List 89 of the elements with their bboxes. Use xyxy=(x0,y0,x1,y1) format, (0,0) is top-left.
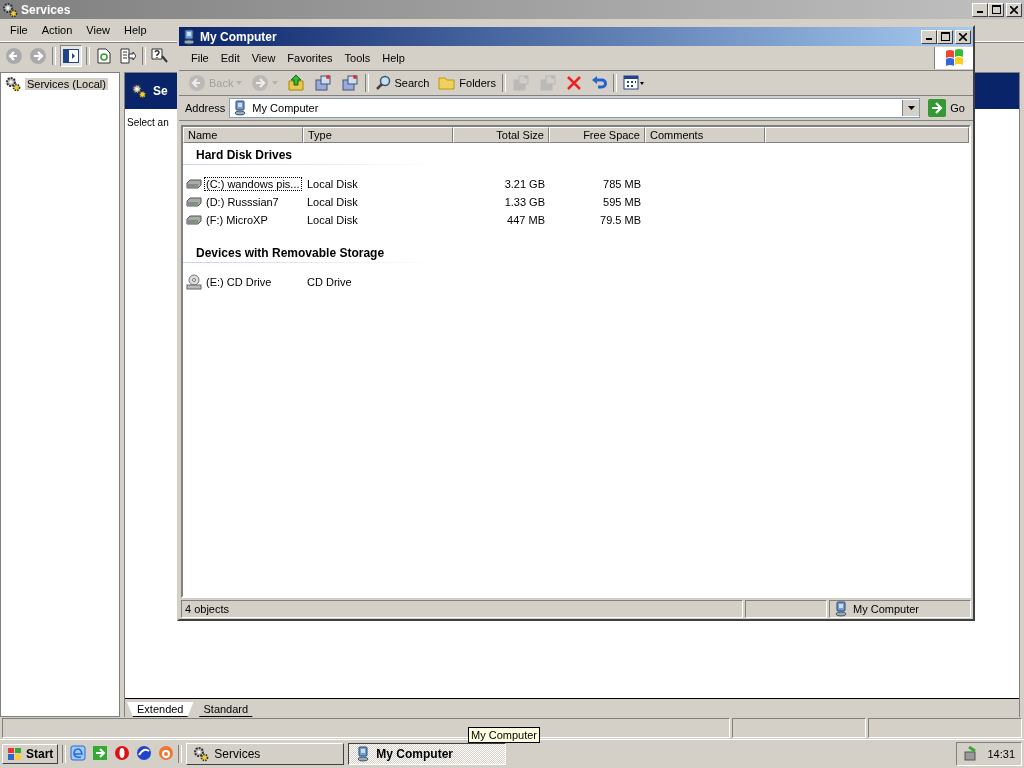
column-header[interactable]: Name xyxy=(183,127,303,143)
address-field[interactable]: My Computer xyxy=(229,98,921,118)
gears-icon xyxy=(5,76,21,92)
globe-icon[interactable] xyxy=(136,745,153,763)
hard-drive-icon xyxy=(186,196,202,208)
folders-button[interactable]: Folders xyxy=(435,74,499,92)
folder-icon xyxy=(438,75,457,91)
undo-icon xyxy=(591,75,607,91)
total-size-cell-text: 447 MB xyxy=(506,214,546,226)
menu-item[interactable]: Help xyxy=(376,50,411,66)
disc-icon[interactable] xyxy=(158,745,175,763)
computer-icon xyxy=(833,601,849,617)
menu-item[interactable]: Help xyxy=(117,22,153,38)
column-header[interactable]: Total Size xyxy=(453,127,549,143)
dropdown-button[interactable] xyxy=(902,100,920,116)
copy-icon xyxy=(341,74,360,92)
total-size-cell-text: 1.33 GB xyxy=(503,196,546,208)
folder-up-icon xyxy=(287,74,306,92)
move-icon xyxy=(512,74,530,92)
maximize-icon xyxy=(991,5,1001,14)
menu-item[interactable]: Favorites xyxy=(281,50,339,66)
close-icon xyxy=(1010,5,1018,14)
taskbar-button[interactable]: My Computer xyxy=(348,743,507,765)
windows-logo-icon xyxy=(7,747,23,761)
export-list-button[interactable] xyxy=(118,46,138,66)
group-heading: Hard Disk Drives xyxy=(183,143,435,165)
menu-item[interactable]: Edit xyxy=(214,50,246,66)
status-zone: My Computer xyxy=(829,600,971,618)
tooltip: My Computer xyxy=(468,727,541,743)
maximize-button[interactable] xyxy=(937,29,953,44)
search-icon xyxy=(375,75,392,91)
move-icon xyxy=(314,74,333,92)
maximize-icon xyxy=(940,32,950,41)
minimize-button[interactable] xyxy=(921,29,937,44)
drive-name[interactable]: (D:) Russsian7 xyxy=(204,195,281,209)
close-button[interactable] xyxy=(955,29,971,44)
window-title: Services xyxy=(21,2,72,17)
drive-name[interactable]: (E:) CD Drive xyxy=(204,275,274,289)
type-cell-text: Local Disk xyxy=(306,214,359,226)
type-cell-text: Local Disk xyxy=(306,178,359,190)
free-space-cell-text: 595 MB xyxy=(602,196,642,208)
type-cell-text: CD Drive xyxy=(306,276,353,288)
hard-drive-icon xyxy=(186,178,202,190)
start-button[interactable]: Start xyxy=(2,744,59,764)
clock: 14:31 xyxy=(987,748,1015,760)
status-text: 4 objects xyxy=(181,600,743,618)
window-title: My Computer xyxy=(200,29,278,44)
go-button[interactable]: Go xyxy=(924,99,969,117)
forward-arrow-icon xyxy=(29,47,47,65)
column-header[interactable]: Free Space xyxy=(549,127,645,143)
menu-item[interactable]: File xyxy=(4,22,34,38)
free-space-cell-text: 785 MB xyxy=(602,178,642,190)
view-tab[interactable]: Extended xyxy=(127,702,194,717)
close-icon xyxy=(959,32,967,41)
computer-icon xyxy=(181,28,197,45)
gears-icon xyxy=(131,83,147,99)
description-text: Select an xyxy=(127,117,169,128)
menu-item[interactable]: File xyxy=(185,50,215,66)
total-size-cell-text: 3.21 GB xyxy=(503,178,546,190)
column-header[interactable]: Type xyxy=(303,127,453,143)
pane-title: Se xyxy=(153,84,168,98)
windows-logo-icon xyxy=(944,49,964,67)
menu-item[interactable]: Action xyxy=(35,22,79,38)
hard-drive-icon xyxy=(186,214,202,226)
menu-item[interactable]: View xyxy=(245,50,282,66)
group-heading: Devices with Removable Storage xyxy=(183,241,435,263)
drive-name[interactable]: (F:) MicroXP xyxy=(204,213,270,227)
search-button[interactable]: Search xyxy=(372,74,433,92)
views-icon xyxy=(623,75,645,91)
show-tree-button[interactable] xyxy=(60,45,82,67)
cd-drive-icon xyxy=(186,274,202,290)
gears-icon xyxy=(193,746,210,762)
free-space-cell-text: 79.5 MB xyxy=(599,214,642,226)
delete-x-icon xyxy=(566,75,582,91)
type-cell-text: Local Disk xyxy=(306,196,359,208)
minimize-icon xyxy=(977,11,983,13)
column-header[interactable]: Comments xyxy=(645,127,765,143)
browser-icon[interactable] xyxy=(70,745,87,763)
services-icon xyxy=(2,1,18,18)
caret-icon xyxy=(907,106,915,110)
menu-item[interactable]: Tools xyxy=(338,50,377,66)
copy-icon xyxy=(539,74,557,92)
drive-name[interactable]: (C:) wandows pis... xyxy=(204,177,302,191)
minimize-icon xyxy=(926,38,932,40)
menu-item[interactable]: View xyxy=(80,22,116,38)
taskbar-button[interactable]: Services xyxy=(186,743,345,765)
refresh-button[interactable] xyxy=(94,46,114,66)
address-label: Address xyxy=(185,102,226,114)
tree-item[interactable]: Services (Local) xyxy=(25,78,108,90)
